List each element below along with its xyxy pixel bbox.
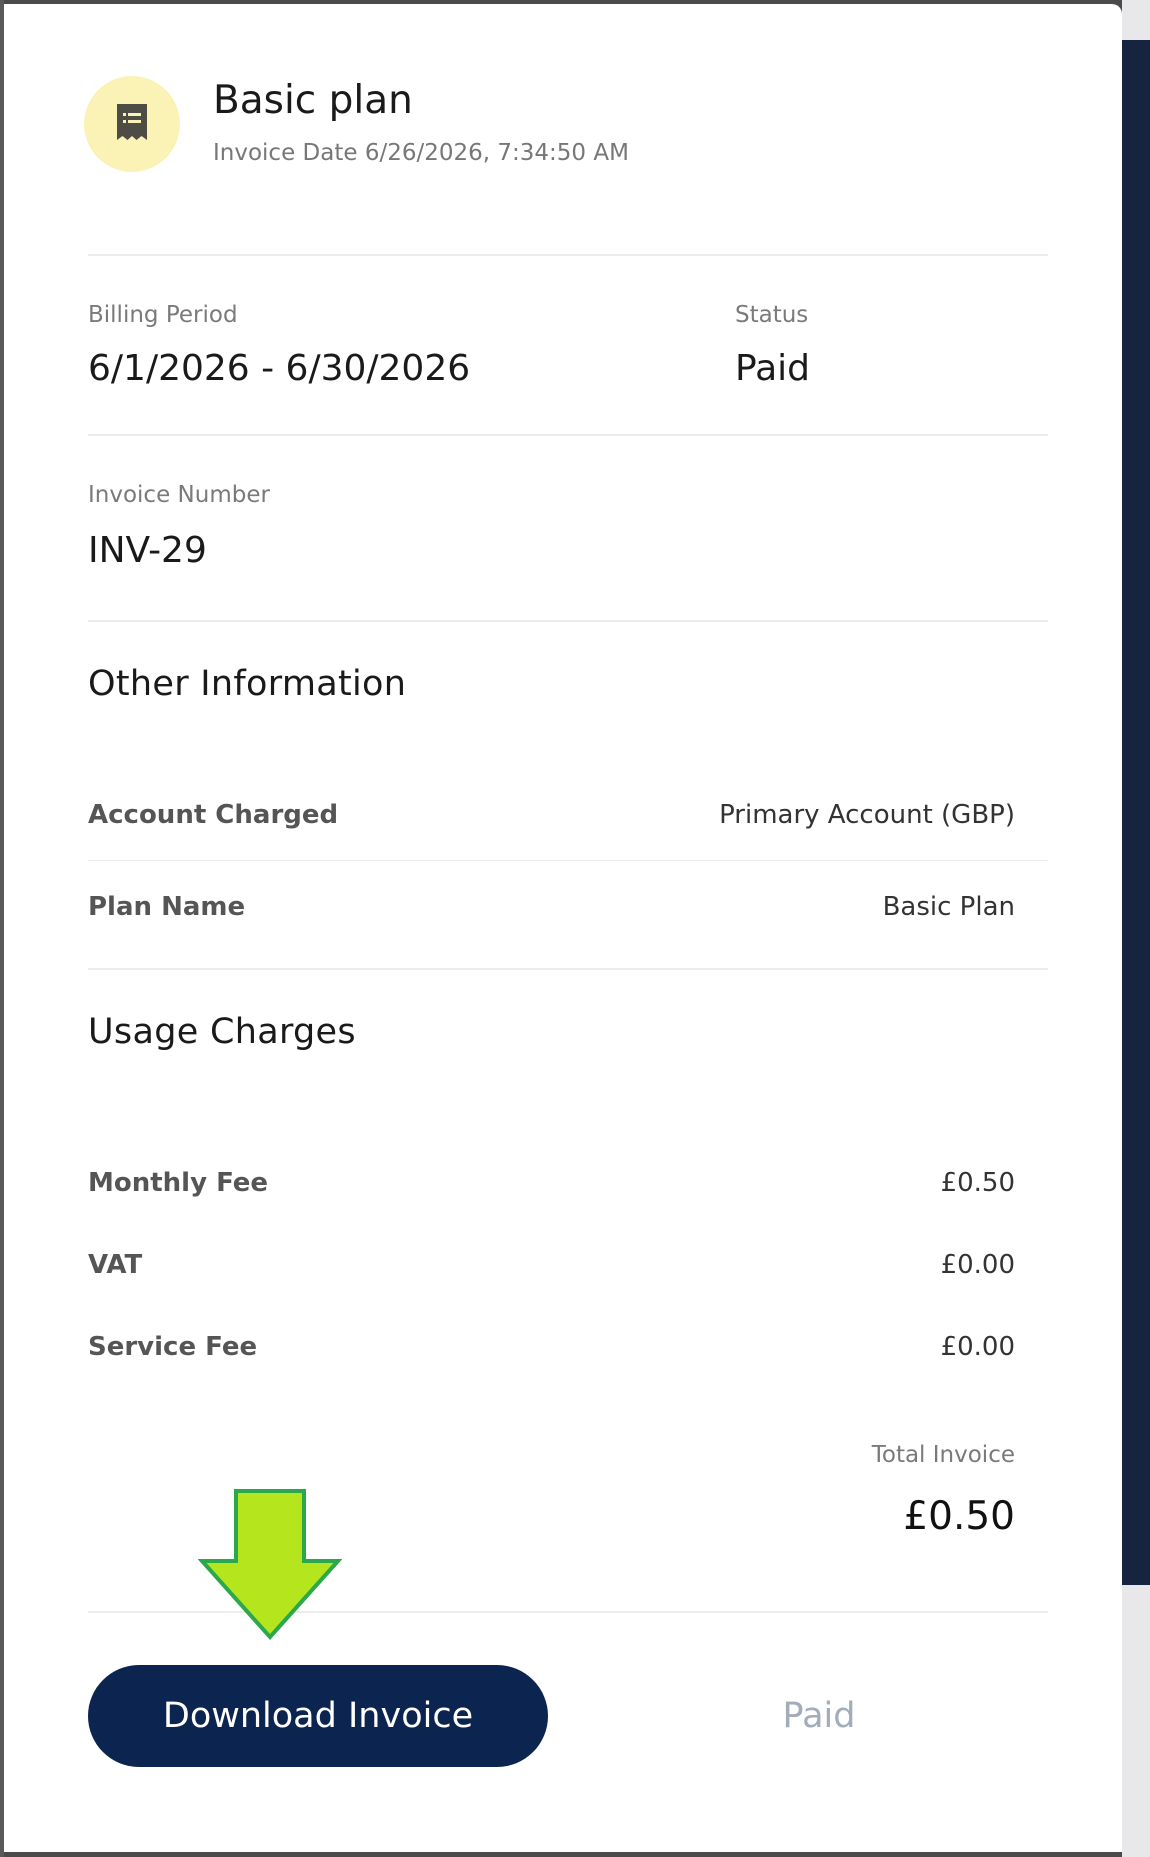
- service-fee-label: Service Fee: [88, 1332, 258, 1362]
- vat-label: VAT: [88, 1250, 143, 1280]
- total-invoice-label: Total Invoice: [871, 1442, 1015, 1468]
- divider: [88, 620, 1048, 622]
- backdrop-page-sidebar: [1122, 40, 1150, 1585]
- plan-title: Basic plan: [213, 78, 413, 123]
- status-label: Status: [735, 302, 809, 328]
- paid-status-button: Paid: [782, 1696, 856, 1736]
- invoice-number-label: Invoice Number: [88, 482, 270, 508]
- download-invoice-button[interactable]: Download Invoice: [88, 1665, 548, 1767]
- account-charged-label: Account Charged: [88, 800, 339, 830]
- monthly-fee-label: Monthly Fee: [88, 1168, 269, 1198]
- invoice-header: Basic plan Invoice Date 6/26/2026, 7:34:…: [84, 76, 1048, 176]
- receipt-icon: [84, 76, 180, 172]
- divider: [88, 254, 1048, 256]
- billing-period-label: Billing Period: [88, 302, 238, 328]
- total-invoice-value: £0.50: [903, 1494, 1015, 1539]
- invoice-date: Invoice Date 6/26/2026, 7:34:50 AM: [213, 140, 629, 166]
- plan-name-value: Basic Plan: [882, 892, 1015, 922]
- status-value: Paid: [735, 348, 811, 389]
- arrow-down-icon: [198, 1489, 342, 1640]
- other-information-title: Other Information: [88, 664, 407, 704]
- billing-period-value: 6/1/2026 - 6/30/2026: [88, 348, 471, 389]
- usage-charges-title: Usage Charges: [88, 1012, 356, 1052]
- divider: [88, 968, 1048, 970]
- row-divider: [88, 860, 1048, 861]
- divider: [88, 434, 1048, 436]
- account-charged-value: Primary Account (GBP): [719, 800, 1015, 830]
- vat-value: £0.00: [940, 1250, 1015, 1280]
- plan-name-label: Plan Name: [88, 892, 246, 922]
- monthly-fee-value: £0.50: [940, 1168, 1015, 1198]
- invoice-details-modal: Basic plan Invoice Date 6/26/2026, 7:34:…: [4, 4, 1122, 1852]
- invoice-number-value: INV-29: [88, 530, 207, 571]
- service-fee-value: £0.00: [940, 1332, 1015, 1362]
